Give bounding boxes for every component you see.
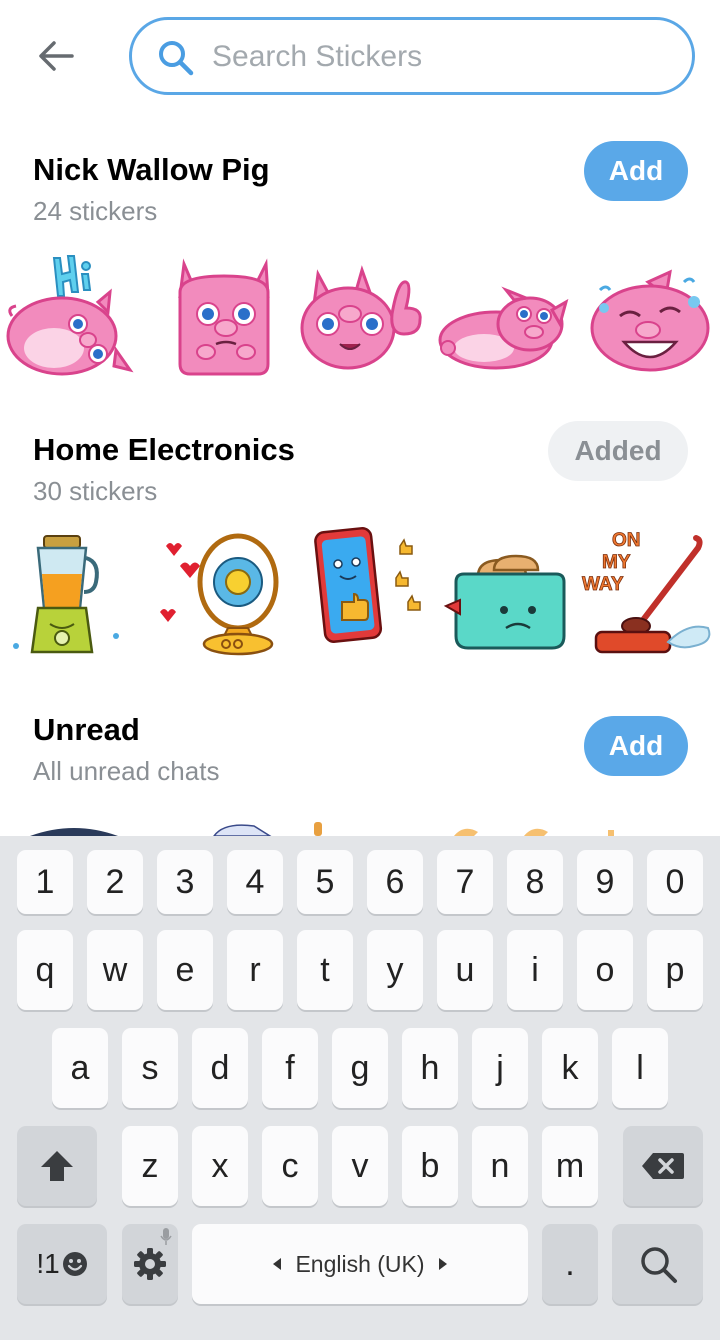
add-button[interactable]: Add [584,716,688,776]
key-8[interactable]: 8 [507,850,563,914]
backspace-key[interactable] [623,1126,703,1206]
key-u[interactable]: u [437,930,493,1010]
key-b[interactable]: b [402,1126,458,1206]
key-w[interactable]: w [87,930,143,1010]
key-9[interactable]: 9 [577,850,633,914]
key-3[interactable]: 3 [157,850,213,914]
chevron-left-icon [273,1258,282,1270]
pig-worried-sticker[interactable] [156,244,292,384]
set-sticker-count: All unread chats [33,756,220,786]
pig-lying-sticker[interactable] [434,244,570,384]
emoji-icon [62,1252,87,1276]
spacebar[interactable]: English (UK) [192,1224,528,1304]
key-o[interactable]: o [577,930,633,1010]
key-z[interactable]: z [122,1126,178,1206]
vacuum-sticker-text-on: ON [612,530,641,551]
set-sticker-count: 30 stickers [33,476,158,506]
toaster-sticker[interactable] [442,524,578,664]
vacuum-sticker-text-way: WAY [582,574,624,595]
shift-icon [41,1151,73,1181]
sticker-row: ON MY WAY [0,524,720,664]
chevron-right-icon [438,1258,447,1270]
search-field[interactable] [129,17,695,95]
vacuum-sticker[interactable]: ON MY WAY [578,524,714,664]
key-6[interactable]: 6 [367,850,423,914]
sticker-set-home-electronics[interactable]: Home Electronics 30 stickers Added ON MY… [0,421,720,672]
phone-sticker[interactable] [304,524,440,664]
set-title: Unread [33,712,140,747]
set-title: Home Electronics [33,432,295,467]
arrow-left-icon [39,41,74,71]
sticker-row-partial [30,822,614,836]
key-p[interactable]: p [647,930,703,1010]
spacebar-language: English (UK) [273,1250,447,1278]
add-button[interactable]: Add [584,141,688,201]
key-x[interactable]: x [192,1126,248,1206]
key-1[interactable]: 1 [17,850,73,914]
key-2[interactable]: 2 [87,850,143,914]
sticker-set-unread[interactable]: Unread All unread chats Add [0,712,720,836]
key-a[interactable]: a [52,1028,108,1108]
key-t[interactable]: t [297,930,353,1010]
key-5[interactable]: 5 [297,850,353,914]
header [0,0,720,112]
microphone-icon [160,1228,172,1245]
gear-icon [134,1248,166,1280]
key-v[interactable]: v [332,1126,388,1206]
set-sticker-count: 24 stickers [33,196,158,226]
period-key[interactable]: . [542,1224,598,1304]
key-d[interactable]: d [192,1028,248,1108]
search-icon [640,1247,677,1283]
key-r[interactable]: r [227,930,283,1010]
key-f[interactable]: f [262,1028,318,1108]
pig-pointing-sticker[interactable] [292,244,428,384]
blender-sticker[interactable] [4,524,140,664]
vacuum-sticker-text-my: MY [602,552,631,573]
key-7[interactable]: 7 [437,850,493,914]
key-g[interactable]: g [332,1028,388,1108]
key-n[interactable]: n [472,1126,528,1206]
set-title: Nick Wallow Pig [33,152,270,187]
symbols-label: !1 [36,1248,60,1279]
key-l[interactable]: l [612,1028,668,1108]
back-button[interactable] [24,28,88,84]
search-key[interactable] [612,1224,703,1304]
added-button[interactable]: Added [548,421,688,481]
spacebar-label: English (UK) [295,1250,425,1277]
sticker-set-nick-wallow-pig[interactable]: Nick Wallow Pig 24 stickers Add [0,141,720,392]
key-c[interactable]: c [262,1126,318,1206]
key-y[interactable]: y [367,930,423,1010]
key-m[interactable]: m [542,1126,598,1206]
key-k[interactable]: k [542,1028,598,1108]
pig-laughing-sticker[interactable] [584,244,720,384]
key-i[interactable]: i [507,930,563,1010]
backspace-icon [642,1153,684,1179]
sticker-row [0,244,720,384]
key-q[interactable]: q [17,930,73,1010]
search-input[interactable] [212,32,672,82]
search-icon [159,41,194,76]
key-e[interactable]: e [157,930,213,1010]
fan-sticker[interactable] [152,524,288,664]
key-h[interactable]: h [402,1028,458,1108]
shift-key[interactable] [17,1126,97,1206]
symbols-key[interactable]: !1 [17,1224,107,1304]
pig-hi-sticker[interactable] [2,244,138,384]
key-4[interactable]: 4 [227,850,283,914]
key-0[interactable]: 0 [647,850,703,914]
key-s[interactable]: s [122,1028,178,1108]
keyboard: 1 2 3 4 5 6 7 8 9 0 q w e r t y u i o p … [0,836,720,1340]
key-j[interactable]: j [472,1028,528,1108]
